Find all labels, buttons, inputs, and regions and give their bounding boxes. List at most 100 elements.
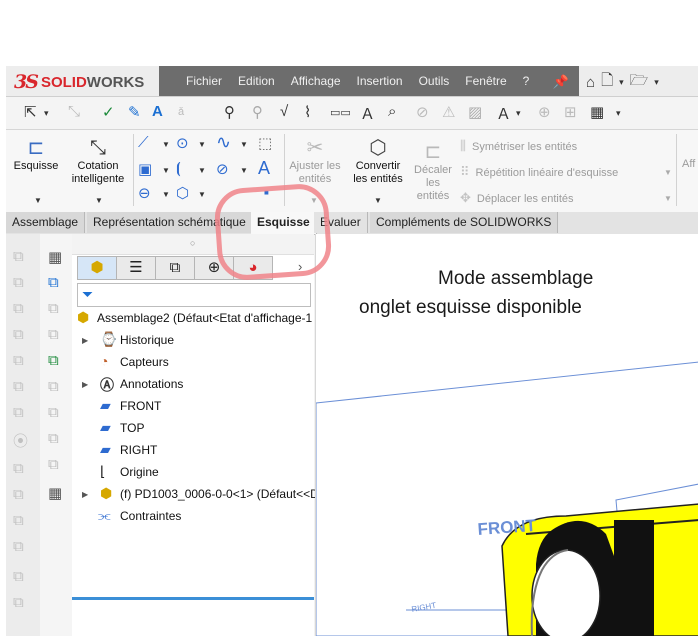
chevron-down-icon[interactable]: ▼ — [374, 196, 382, 205]
instant3d-icon[interactable]: ⧉ — [13, 512, 24, 529]
component-icon[interactable]: ⧉ — [48, 300, 59, 317]
ellipse-icon[interactable]: ⊘ — [216, 160, 229, 178]
exploded-view-icon[interactable]: ⧉ — [13, 486, 24, 503]
polygon-icon[interactable]: ⬡ — [176, 184, 189, 202]
spline-icon[interactable]: ∿ — [216, 132, 231, 153]
rebuild-icon[interactable]: ⧉ — [48, 430, 59, 447]
tree-item-right[interactable]: ▰ RIGHT — [72, 440, 314, 460]
block-icon[interactable]: Ａ — [496, 103, 511, 124]
chevron-down-icon[interactable]: ▼ — [664, 168, 672, 177]
tree-filter-input[interactable]: ⏷ — [77, 283, 311, 307]
select-cursor-icon[interactable]: ⇱ — [24, 103, 37, 121]
tree-item-part[interactable]: ▶ ⬢ (f) PD1003_0006-0-0<1> (Défaut<<D — [72, 484, 319, 504]
tab-configurationmanager[interactable]: ⧉ — [156, 256, 195, 280]
spell-check-icon[interactable]: ✓ — [102, 103, 115, 121]
line-icon[interactable]: ⟋ — [138, 134, 149, 151]
table-icon[interactable]: ▦ — [48, 484, 62, 502]
note-component-icon[interactable]: ⧉ — [48, 326, 59, 343]
tab-complements-solidworks[interactable]: Compléments de SOLIDWORKS — [370, 212, 559, 233]
format-painter-icon[interactable]: ✎ — [128, 103, 141, 121]
open-folder-icon[interactable]: 🗁 — [630, 70, 649, 95]
assembly-visual-icon[interactable]: ⧉ — [48, 456, 59, 473]
toggle-view-icon[interactable]: ⧉ — [48, 404, 59, 421]
chevron-down-icon[interactable]: ▾ — [44, 108, 49, 119]
slot-icon[interactable]: ⦗ — [176, 160, 181, 177]
tree-item-front[interactable]: ▰ FRONT — [72, 396, 314, 416]
note-icon[interactable]: Ａ — [360, 103, 375, 124]
symbol-icon[interactable]: ǎ — [178, 106, 184, 118]
tree-item-origine[interactable]: ⌊ Origine — [72, 462, 314, 482]
expand-arrow-icon[interactable]: ▶ — [82, 336, 88, 345]
chevron-down-icon[interactable]: ▼ — [95, 196, 103, 205]
new-motion-study-icon[interactable]: ⦿ — [13, 430, 28, 451]
large-assembly-icon[interactable]: ⧉ — [13, 594, 24, 611]
chevron-down-icon[interactable]: ▾ — [616, 108, 621, 119]
smart-dimension-dim-icon[interactable]: ⤡ — [68, 103, 80, 120]
tab-displaymanager[interactable]: ◕ — [234, 256, 273, 280]
component-pattern-icon[interactable]: ⧉ — [13, 300, 24, 317]
menu-outils[interactable]: Outils — [411, 74, 458, 88]
solidworks-logo[interactable]: 3S SOLIDWORKS — [14, 71, 144, 93]
warning-icon[interactable]: ⚠ — [442, 103, 455, 121]
point-icon[interactable]: ■ — [264, 188, 269, 197]
bill-of-materials-icon[interactable]: ⧉ — [13, 460, 24, 477]
hatch-icon[interactable]: ▨ — [468, 103, 482, 121]
take-snapshot-icon[interactable]: ⧉ — [13, 568, 24, 585]
chevron-down-icon[interactable]: ▼ — [198, 140, 206, 149]
delete-component-icon[interactable]: ⧉ — [48, 352, 59, 369]
cotation-intelligente-button[interactable]: ⤡ Cotation intelligente — [64, 136, 132, 186]
tree-item-top[interactable]: ▰ TOP — [72, 418, 314, 438]
tab-featuremanager[interactable]: ⬢ — [77, 256, 117, 280]
edit-component-icon[interactable]: ⧉ — [48, 274, 59, 291]
deplacer-entites-button[interactable]: ✥ Déplacer les entités — [460, 190, 574, 206]
text-font-icon[interactable]: A — [152, 103, 163, 120]
chevron-down-icon[interactable]: ▼ — [310, 196, 318, 205]
assembly-features-icon[interactable]: ⧉ — [13, 378, 24, 395]
centerline-icon[interactable]: ⊞ — [564, 103, 577, 121]
esquisse-button[interactable]: ⊏ Esquisse — [10, 136, 62, 173]
chevron-down-icon[interactable]: ▼ — [198, 166, 206, 175]
chevron-down-icon[interactable]: ▼ — [34, 196, 42, 205]
hide-component-icon[interactable]: ⧉ — [48, 378, 59, 395]
surface-finish-icon[interactable]: ⌇ — [304, 103, 311, 121]
tab-assemblage[interactable]: Assemblage — [6, 212, 86, 233]
tree-item-historique[interactable]: ▶ ⌚ Historique — [72, 330, 314, 350]
construction-box-icon[interactable]: ⬚ — [258, 134, 272, 152]
sketch-text-icon[interactable]: A — [258, 158, 270, 179]
tree-rollback-bar[interactable] — [72, 597, 314, 600]
tab-dimxpertmanager[interactable]: ⊕ — [195, 256, 234, 280]
insert-component-icon[interactable]: ⧉ — [13, 248, 24, 265]
symetriser-entites-button[interactable]: ⫼ Symétriser les entités — [460, 138, 577, 154]
chevron-down-icon[interactable]: ▾ — [654, 77, 659, 88]
table-grid-icon[interactable]: ▦ — [48, 248, 62, 266]
show-hidden-icon[interactable]: ⧉ — [13, 352, 24, 369]
repetition-lineaire-button[interactable]: ⠿ Répétition linéaire d'esquisse — [460, 164, 618, 180]
decaler-entites-button[interactable]: ⊏ Décaler les entités — [410, 140, 456, 203]
tree-item-contraintes[interactable]: ⫘ Contraintes — [72, 506, 314, 526]
update-speedpak-icon[interactable]: ⧉ — [13, 538, 24, 555]
tree-item-capteurs[interactable]: ◔ Capteurs — [72, 352, 314, 372]
menu-insertion[interactable]: Insertion — [349, 74, 411, 88]
tree-item-annotations[interactable]: ▶ Ⓐ Annotations — [72, 374, 314, 394]
chevron-down-icon[interactable]: ▼ — [240, 140, 248, 149]
graphics-area[interactable]: FRONT RIGHT Mode assemblage onglet esqui… — [315, 234, 698, 636]
table-icon[interactable]: ▦ — [590, 103, 604, 121]
tab-esquisse[interactable]: Esquisse — [251, 212, 317, 234]
balloon-icon[interactable]: ⚲ — [224, 103, 235, 121]
weld-symbol-icon[interactable]: ⌕ — [388, 103, 396, 120]
tab-representation-schematique[interactable]: Représentation schématique — [87, 212, 253, 233]
reference-geometry-icon[interactable]: ⧉ — [13, 404, 24, 421]
chevron-down-icon[interactable]: ▼ — [162, 166, 170, 175]
chevron-down-icon[interactable]: ▼ — [664, 194, 672, 203]
checkmark-icon[interactable]: √ — [280, 103, 288, 120]
hole-callout-icon[interactable]: ⊘ — [416, 103, 429, 121]
chevron-down-icon[interactable]: ▼ — [198, 190, 206, 199]
chevron-down-icon[interactable]: ▾ — [619, 77, 624, 88]
tab-evaluer[interactable]: Evaluer — [314, 212, 368, 233]
datum-icon[interactable]: ▭▭ — [330, 106, 351, 119]
mate-icon[interactable]: ⧉ — [13, 274, 24, 291]
menu-help[interactable]: ? — [515, 74, 538, 88]
auto-balloon-icon[interactable]: ⚲ — [252, 103, 263, 121]
ajuster-entites-button[interactable]: ✂ Ajuster les entités — [286, 136, 344, 186]
move-component-icon[interactable]: ⧉ — [13, 326, 24, 343]
